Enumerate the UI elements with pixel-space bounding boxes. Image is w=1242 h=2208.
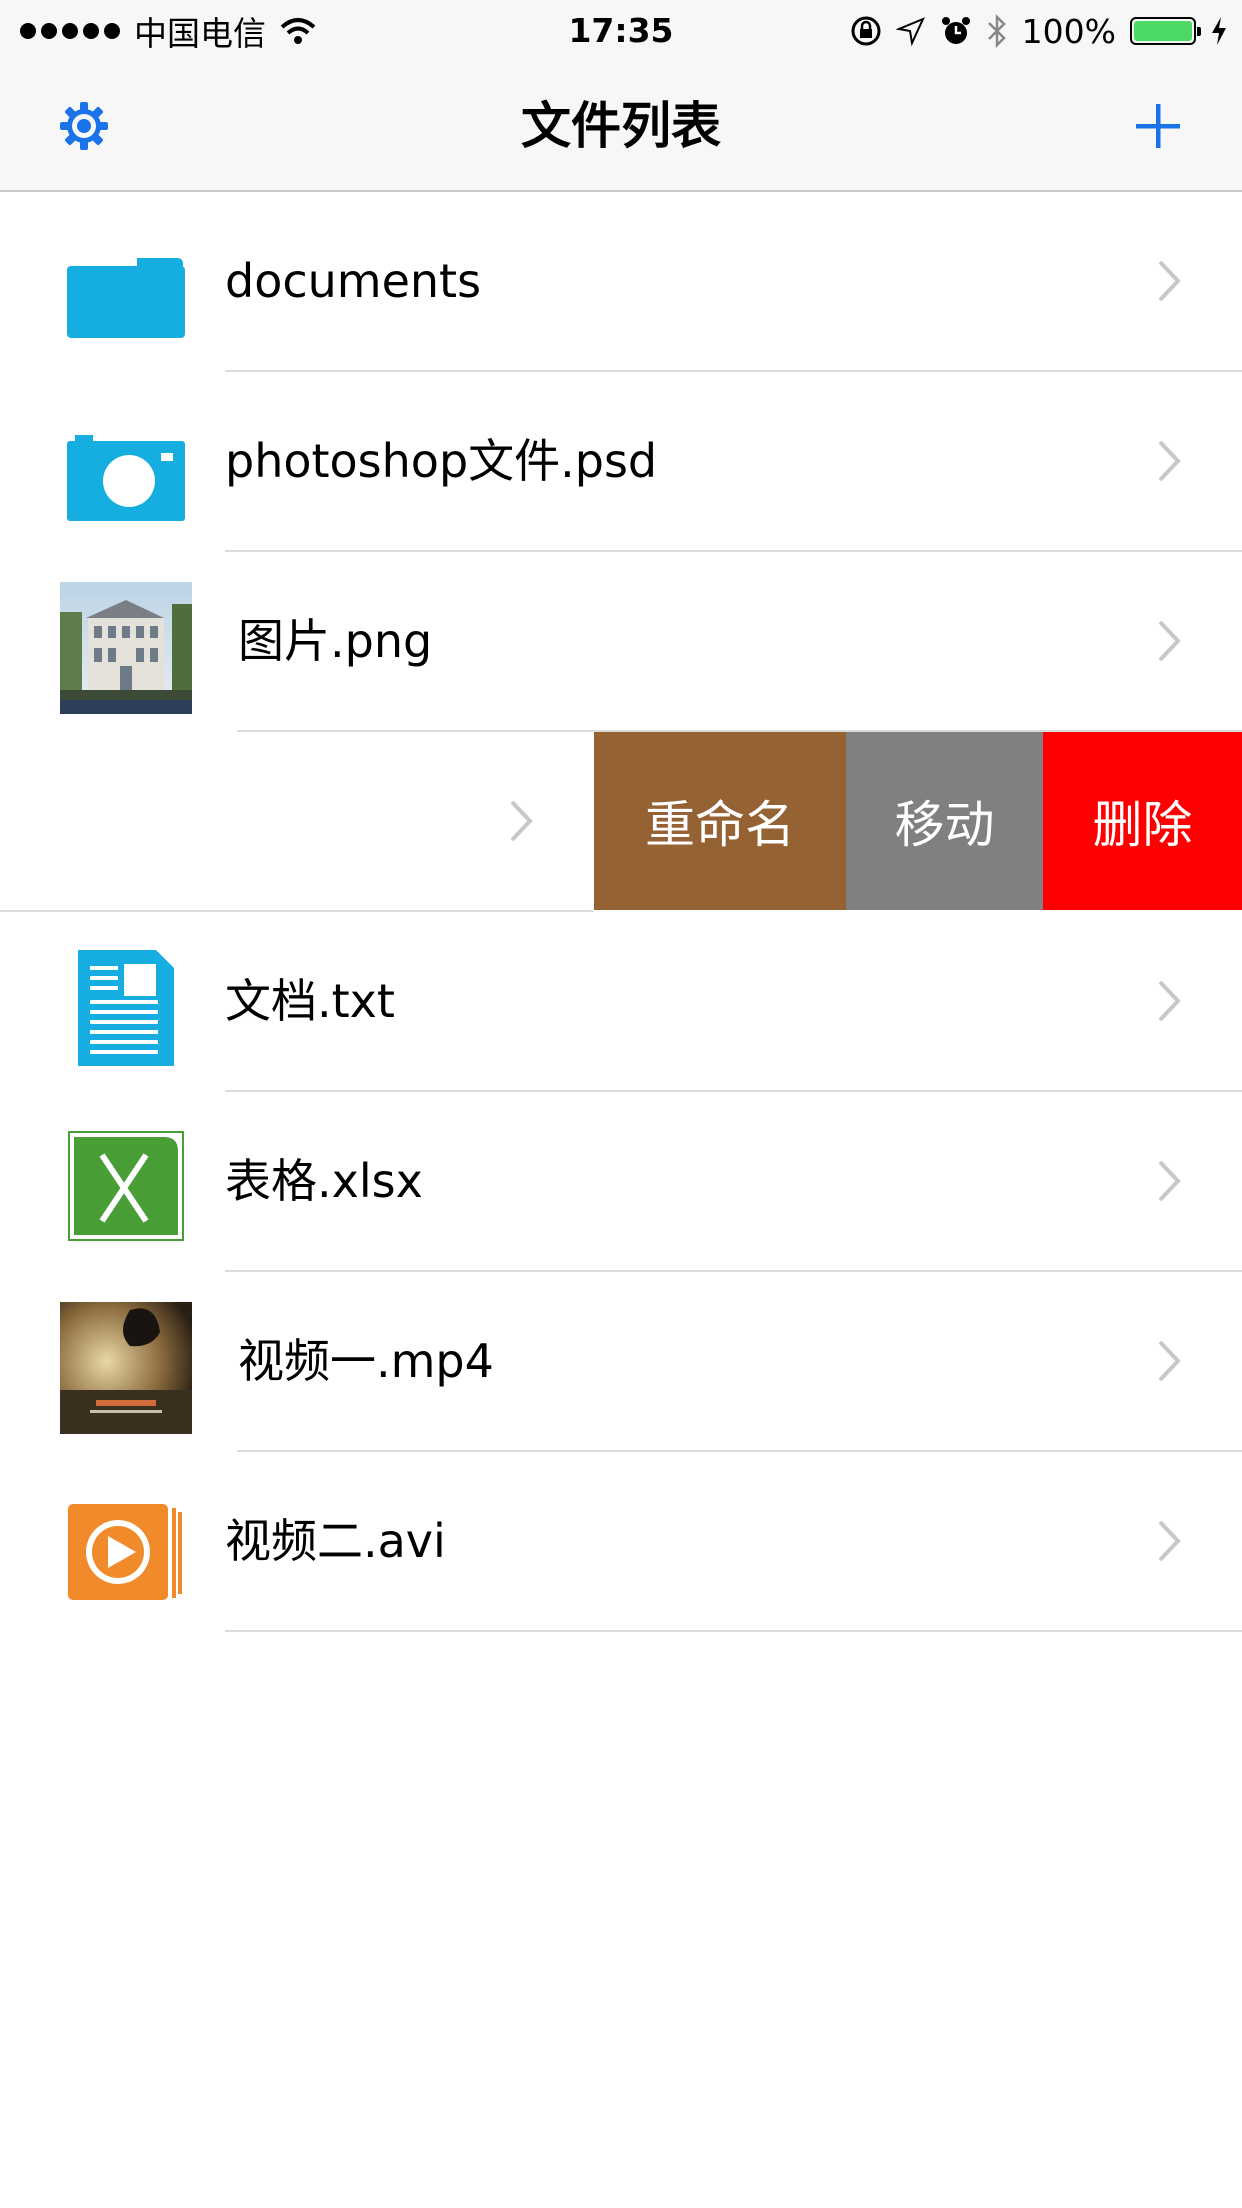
- swipe-actions: 重命名 移动 删除: [594, 732, 1242, 910]
- swiped-row-content[interactable]: [0, 732, 594, 912]
- file-name: photoshop文件.psd: [225, 434, 658, 488]
- chevron-right-icon: [1158, 980, 1181, 1022]
- delete-button[interactable]: 删除: [1043, 732, 1242, 910]
- page-title: 文件列表: [521, 97, 721, 155]
- location-icon: [895, 17, 925, 46]
- navigation-bar: 文件列表: [0, 62, 1242, 192]
- file-name: documents: [225, 254, 482, 308]
- status-bar: 中国电信 17:35 100%: [0, 0, 1242, 62]
- chevron-right-icon: [510, 800, 533, 842]
- add-button[interactable]: [1126, 94, 1190, 158]
- file-list: documents photoshop文件.psd 图片.png 重命名 移动 …: [0, 192, 1242, 1632]
- plus-icon: [1136, 104, 1180, 148]
- file-name: 表格.xlsx: [225, 1154, 423, 1208]
- battery-percent: 100%: [1021, 11, 1116, 51]
- battery-icon: [1130, 17, 1201, 45]
- file-name: 图片.png: [238, 614, 433, 668]
- orientation-lock-icon: [851, 16, 881, 46]
- battery-fill: [1134, 21, 1192, 41]
- bluetooth-icon: [987, 14, 1006, 48]
- alarm-icon: [941, 17, 970, 44]
- video-thumbnail: [60, 1302, 192, 1434]
- chevron-right-icon: [1158, 620, 1181, 662]
- play-icon: [60, 1486, 192, 1618]
- status-right: 100%: [850, 10, 1228, 52]
- camera-icon: [60, 412, 192, 544]
- image-thumbnail: [60, 582, 192, 714]
- row-separator: [225, 1630, 1242, 1632]
- move-button[interactable]: 移动: [846, 732, 1043, 910]
- chevron-right-icon: [1158, 440, 1181, 482]
- file-name: 视频二.avi: [225, 1514, 446, 1568]
- file-name: 视频一.mp4: [238, 1334, 494, 1388]
- list-item[interactable]: 视频一.mp4: [0, 1272, 1242, 1452]
- charging-icon: [1212, 17, 1226, 45]
- list-item[interactable]: 文档.txt: [0, 912, 1242, 1092]
- list-item[interactable]: 视频二.avi: [0, 1452, 1242, 1632]
- excel-icon: [60, 1120, 192, 1252]
- document-icon: [60, 942, 192, 1074]
- chevron-right-icon: [1158, 1520, 1181, 1562]
- list-item[interactable]: photoshop文件.psd: [0, 372, 1242, 552]
- rename-button[interactable]: 重命名: [594, 732, 846, 910]
- swiped-list-item[interactable]: 重命名 移动 删除: [0, 732, 1242, 912]
- list-item[interactable]: 表格.xlsx: [0, 1092, 1242, 1272]
- list-item[interactable]: documents: [0, 192, 1242, 372]
- chevron-right-icon: [1158, 260, 1181, 302]
- file-name: 文档.txt: [225, 974, 395, 1028]
- list-item[interactable]: 图片.png: [0, 552, 1242, 732]
- folder-icon: [60, 232, 192, 364]
- chevron-right-icon: [1158, 1160, 1181, 1202]
- chevron-right-icon: [1158, 1340, 1181, 1382]
